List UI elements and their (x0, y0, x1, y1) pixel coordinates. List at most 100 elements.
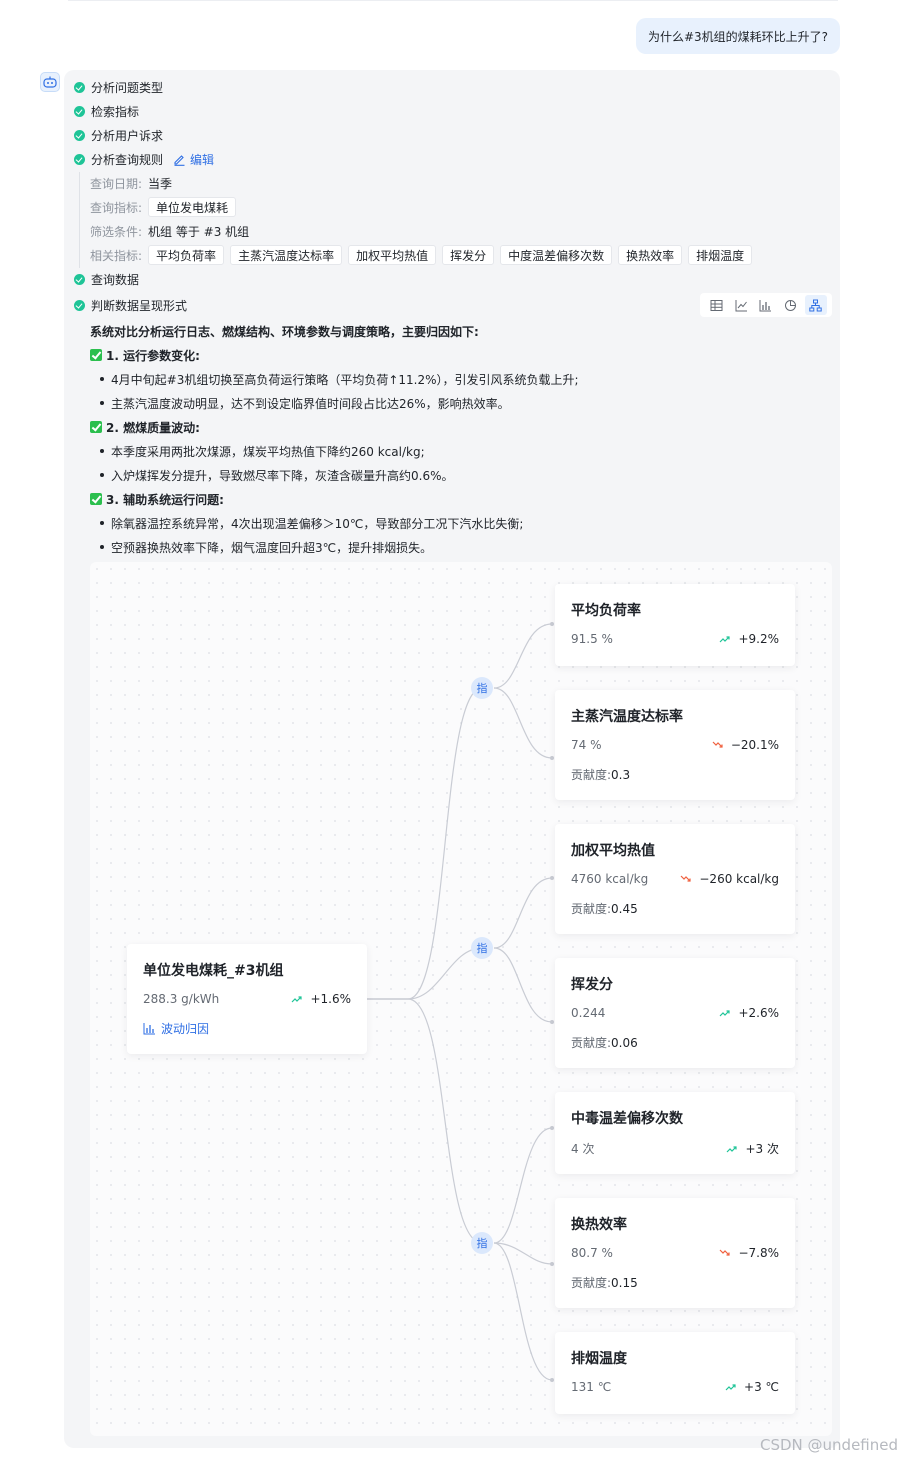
step-analyze-query-rules: 分析查询规则 编辑 (74, 150, 214, 168)
table-view-button[interactable] (705, 295, 727, 315)
change-text: +1.6% (310, 992, 351, 1006)
card-title: 平均负荷率 (571, 603, 641, 619)
metric-card-weighted-heat-value[interactable]: 加权平均热值 4760 kcal/kg −260 kcal/kg 贡献度:0.4… (555, 824, 795, 934)
cause-heading-text: 3. 辅助系统运行问题: (106, 492, 224, 507)
metric-chip: 单位发电煤耗 (148, 197, 237, 217)
card-value: 131 ℃ (571, 1380, 612, 1394)
card-value: 4760 kcal/kg (571, 872, 649, 886)
table-icon (710, 299, 723, 311)
cause-bullet: 4月中旬起#3机组切换至高负荷运行策略（平均负荷↑11.2%），引发引风系统负载… (100, 370, 579, 388)
card-title: 换热效率 (571, 1217, 627, 1233)
card-value: 74 % (571, 738, 602, 752)
attribution-tree-canvas[interactable]: 指 指 指 单位发电煤耗_#3机组 288.3 g/kWh +1.6% 波动归因… (90, 562, 832, 1436)
related-chip: 中度温差偏移次数 (500, 245, 613, 265)
step-label: 判断数据呈现形式 (91, 298, 188, 313)
assistant-avatar-icon (40, 72, 60, 92)
cause-bullet: 本季度采用两批次煤源，煤炭平均热值下降约260 kcal/kg; (100, 442, 425, 460)
rule-label: 查询指标: (90, 200, 143, 215)
card-contribution: 贡献度:0.45 (571, 902, 638, 916)
card-value: 80.7 % (571, 1246, 613, 1260)
card-value: 4 次 (571, 1142, 595, 1156)
rule-query-date: 查询日期: 当季 (90, 173, 172, 193)
related-chip: 平均负荷率 (148, 245, 225, 265)
trend-down-icon (712, 741, 723, 748)
tree-view-button[interactable] (804, 295, 827, 315)
group-node-2[interactable]: 指 (471, 937, 493, 959)
change-text: +3 次 (745, 1142, 779, 1156)
rule-value: 机组 等于 #3 机组 (148, 224, 250, 239)
card-contribution: 贡献度:0.15 (571, 1276, 638, 1290)
group-node-3[interactable]: 指 (471, 1232, 493, 1254)
pie-chart-view-button[interactable] (780, 295, 802, 315)
check-circle-icon (74, 105, 85, 117)
metric-card-heat-exchange-efficiency[interactable]: 换热效率 80.7 % −7.8% 贡献度:0.15 (555, 1198, 795, 1308)
related-chip: 加权平均热值 (348, 245, 437, 265)
green-check-icon (90, 421, 102, 433)
rule-related-metrics: 相关指标: 平均负荷率 主蒸汽温度达标率 加权平均热值 挥发分 中度温差偏移次数… (90, 245, 758, 265)
step-query-data: 查询数据 (74, 270, 139, 288)
card-title: 中毒温差偏移次数 (571, 1111, 683, 1127)
hierarchy-tree-icon (809, 299, 822, 311)
trend-up-icon (725, 1384, 736, 1391)
card-change: +9.2% (719, 632, 779, 646)
card-change: −7.8% (719, 1246, 779, 1260)
step-analyze-user-request: 分析用户诉求 (74, 126, 163, 144)
top-divider (68, 0, 838, 1)
green-check-icon (90, 349, 102, 361)
card-change: +3 次 (726, 1140, 779, 1157)
user-question-text: 为什么#3机组的煤耗环比上升了? (647, 29, 828, 44)
metric-card-exhaust-temp[interactable]: 排烟温度 131 ℃ +3 ℃ (555, 1332, 795, 1414)
card-contribution: 贡献度:0.06 (571, 1036, 638, 1050)
trend-up-icon (292, 996, 303, 1003)
card-title: 挥发分 (571, 977, 613, 993)
pencil-icon (174, 154, 185, 166)
user-question-bubble: 为什么#3机组的煤耗环比上升了? (635, 18, 840, 54)
rule-value: 当季 (148, 176, 173, 191)
trend-up-icon (727, 1145, 738, 1152)
line-chart-view-button[interactable] (730, 295, 752, 315)
step-label: 分析查询规则 (91, 152, 164, 167)
metric-card-temp-deviation-count[interactable]: 中毒温差偏移次数 4 次 +3 次 (555, 1092, 795, 1174)
step-analyze-question-type: 分析问题类型 (74, 78, 163, 96)
card-change: +3 ℃ (725, 1380, 779, 1394)
cause-heading-text: 2. 燃煤质量波动: (106, 420, 200, 435)
change-text: −20.1% (730, 738, 779, 752)
trend-up-icon (720, 636, 731, 643)
cause-heading-2: 2. 燃煤质量波动: (90, 418, 200, 436)
step-label: 检索指标 (91, 104, 140, 119)
rules-guide-line (79, 172, 80, 268)
step-label: 分析用户诉求 (91, 128, 164, 143)
related-chip: 换热效率 (618, 245, 683, 265)
bar-chart-view-button[interactable] (755, 295, 777, 315)
edit-label: 编辑 (190, 152, 215, 167)
step-search-metrics: 检索指标 (74, 102, 139, 120)
metric-card-steam-temp-rate[interactable]: 主蒸汽温度达标率 74 % −20.1% 贡献度:0.3 (555, 690, 795, 800)
edit-button[interactable]: 编辑 (173, 151, 214, 168)
csdn-watermark: CSDN @undefined (760, 1436, 899, 1454)
analysis-intro: 系统对比分析运行日志、燃煤结构、环境参数与调度策略，主要归因如下: (90, 324, 479, 339)
fluctuation-attribution-link[interactable]: 波动归因 (143, 1020, 209, 1037)
card-value: 91.5 % (571, 632, 613, 646)
group-node-1[interactable]: 指 (471, 677, 493, 699)
metric-card-avg-load-rate[interactable]: 平均负荷率 91.5 % +9.2% (555, 584, 795, 666)
check-circle-icon (74, 153, 85, 165)
check-circle-icon (74, 81, 85, 93)
cause-heading-3: 3. 辅助系统运行问题: (90, 490, 224, 508)
rule-label: 筛选条件: (90, 224, 143, 239)
pie-chart-icon (785, 299, 797, 311)
trend-up-icon (720, 1010, 731, 1017)
change-text: +3 ℃ (744, 1380, 779, 1394)
step-label: 分析问题类型 (91, 80, 164, 95)
related-chip: 挥发分 (442, 245, 495, 265)
step-determine-presentation: 判断数据呈现形式 (74, 296, 187, 314)
root-metric-card[interactable]: 单位发电煤耗_#3机组 288.3 g/kWh +1.6% 波动归因 (127, 944, 367, 1054)
bar-chart-icon (143, 1023, 155, 1035)
check-circle-icon (74, 273, 85, 285)
card-title: 加权平均热值 (571, 843, 655, 859)
metric-card-volatile-matter[interactable]: 挥发分 0.244 +2.6% 贡献度:0.06 (555, 958, 795, 1068)
change-text: +9.2% (738, 632, 779, 646)
line-chart-icon (735, 299, 747, 311)
rule-label: 查询日期: (90, 176, 143, 191)
rule-label: 相关指标: (90, 248, 143, 263)
cause-bullet: 除氧器温控系统异常，4次出现温差偏移＞10℃，导致部分工况下汽水比失衡; (100, 514, 523, 532)
